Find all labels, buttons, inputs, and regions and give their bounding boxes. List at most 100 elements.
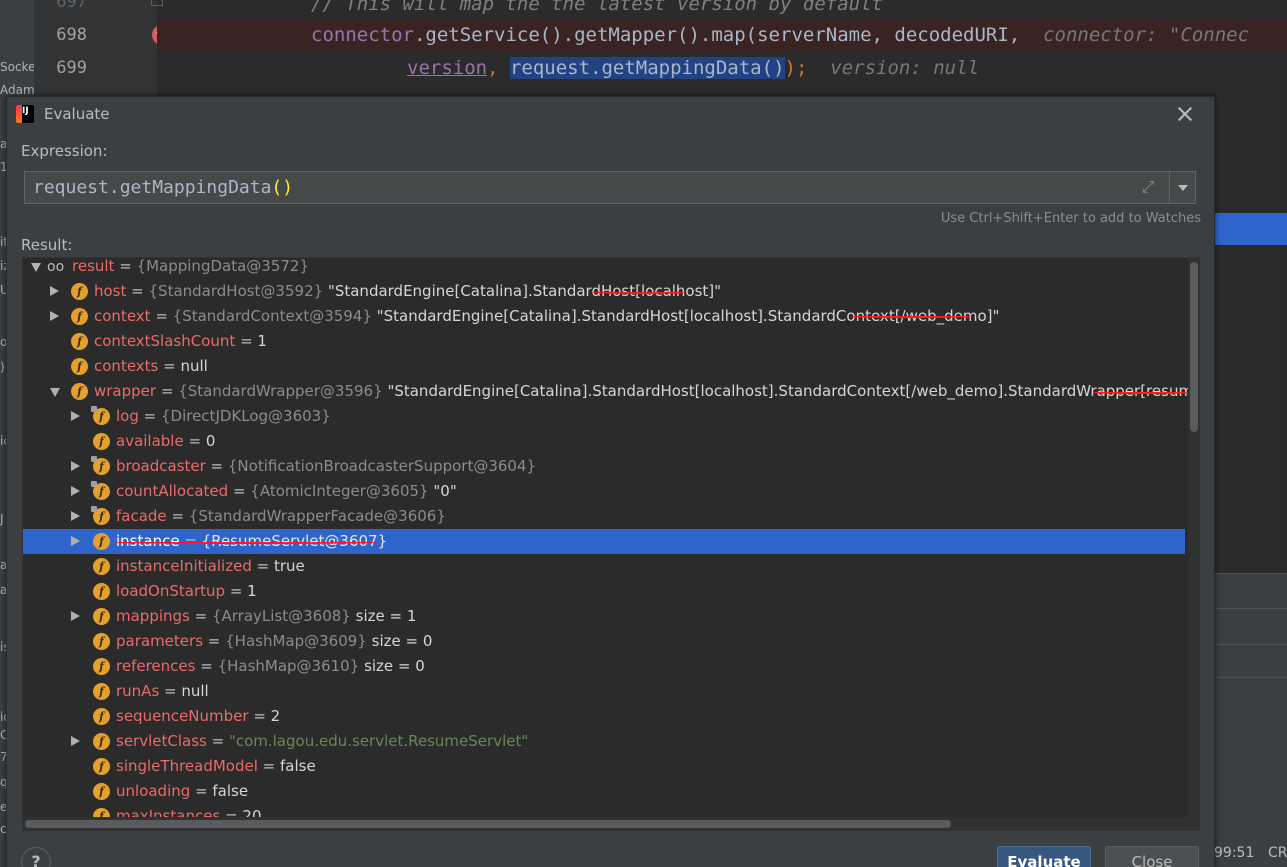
field-name: sequenceNumber <box>116 707 249 725</box>
scroll-thumb[interactable] <box>1190 262 1198 432</box>
field-name: contextSlashCount <box>94 332 236 350</box>
field-value: false <box>212 782 249 800</box>
field-type: {DirectJDKLog@3603} <box>160 407 331 425</box>
frame-selection[interactable] <box>1214 213 1287 245</box>
field-name: references <box>116 657 196 675</box>
tree-row-unloading[interactable]: f unloading = false <box>23 779 1185 804</box>
field-name: instanceInitialized <box>116 557 252 575</box>
expand-arrow-icon[interactable] <box>71 611 80 621</box>
field-type: {StandardContext@3594} <box>172 307 372 325</box>
tree-row-result[interactable]: oo result = {MappingData@3572} <box>23 258 1185 279</box>
field-value: 1 <box>257 332 267 350</box>
tree-row-instanceinitialized[interactable]: f instanceInitialized = true <box>23 554 1185 579</box>
field-icon: f <box>93 583 110 600</box>
field-icon: f <box>93 633 110 650</box>
field-value: null <box>181 682 209 700</box>
field-name: facade <box>116 507 167 525</box>
annotation-underline <box>851 315 971 318</box>
project-tree-label: Socke <box>0 60 34 74</box>
evaluate-button[interactable]: Evaluate <box>997 846 1091 867</box>
field-type: {ArrayList@3608} <box>211 607 351 625</box>
field-type: {StandardWrapperFacade@3606} <box>188 507 446 525</box>
tree-row-loadonstartup[interactable]: f loadOnStartup = 1 <box>23 579 1185 604</box>
tree-row-mappings[interactable]: f mappings = {ArrayList@3608} size = 1 <box>23 604 1185 629</box>
tree-row-parameters[interactable]: f parameters = {HashMap@3609} size = 0 <box>23 629 1185 654</box>
expand-arrow-icon[interactable] <box>71 461 80 471</box>
tree-row-log[interactable]: f log = {DirectJDKLog@3603} <box>23 404 1185 429</box>
dialog-titlebar: IJ Evaluate <box>7 97 1214 131</box>
tree-row-facade[interactable]: f facade = {StandardWrapperFacade@3606} <box>23 504 1185 529</box>
field-value: 0 <box>205 432 216 450</box>
field-value: 2 <box>270 707 281 725</box>
expand-arrow-icon[interactable] <box>50 286 59 296</box>
tree-row-countallocated[interactable]: f countAllocated = {AtomicInteger@3605} "… <box>23 479 1185 504</box>
field-icon: f <box>71 333 88 350</box>
field-icon: f <box>93 558 110 575</box>
field-icon: f <box>93 608 110 625</box>
tree-row-runas[interactable]: f runAs = null <box>23 679 1185 704</box>
expand-arrow-icon[interactable] <box>71 511 80 521</box>
tree-row-contexts[interactable]: f contexts = null <box>23 354 1185 379</box>
field-name: unloading <box>116 782 191 800</box>
watch-hint: Use Ctrl+Shift+Enter to add to Watches <box>940 211 1201 226</box>
expand-icon[interactable]: ⤢ <box>1139 178 1157 196</box>
variables-panel <box>1214 573 1287 867</box>
collapse-arrow-icon[interactable] <box>31 263 41 272</box>
field-icon: f <box>91 481 110 500</box>
vertical-scrollbar[interactable] <box>1188 258 1199 830</box>
close-icon[interactable] <box>1175 104 1195 124</box>
tree-row-available[interactable]: f available = 0 <box>23 429 1185 454</box>
expression-input[interactable]: request.getMappingData() ⤢ <box>24 171 1176 204</box>
field-value: "StandardEngine[Catalina].StandardHost[l… <box>387 382 1200 400</box>
selected-code: request.getMappingData() <box>509 57 785 79</box>
field-name: loadOnStartup <box>116 582 226 600</box>
expand-arrow-icon[interactable] <box>50 311 59 321</box>
help-button[interactable]: ? <box>21 847 51 867</box>
expand-arrow-icon[interactable] <box>71 411 80 421</box>
expression-label: Expression: <box>21 142 108 160</box>
field-value: size = 0 <box>371 632 433 650</box>
field-type: {NotificationBroadcasterSupport@3604} <box>227 457 537 475</box>
tree-row-contextslashcount[interactable]: f contextSlashCount = 1 <box>23 329 1185 354</box>
tree-row-references[interactable]: f references = {HashMap@3610} size = 0 <box>23 654 1185 679</box>
field-name: available <box>116 432 184 450</box>
project-tree-label: J <box>0 512 4 526</box>
field-name: log <box>116 407 139 425</box>
code-line-699: version, request.getMappingData()); vers… <box>407 57 980 79</box>
status-caret-position: 99:51 <box>1214 845 1255 861</box>
field-value: "com.lagou.edu.servlet.ResumeServlet" <box>228 732 529 750</box>
project-tree-label: Adam <box>0 83 34 97</box>
code-line-697: // This will map the the latest version … <box>311 0 883 15</box>
field-icon: f <box>71 308 88 325</box>
tree-row-sequencenumber[interactable]: f sequenceNumber = 2 <box>23 704 1185 729</box>
expand-arrow-icon[interactable] <box>71 486 80 496</box>
editor-gutter: 697 698 699 <box>34 0 172 96</box>
collapse-arrow-icon[interactable] <box>50 388 60 397</box>
field-value: "0" <box>433 482 457 500</box>
tree-row-wrapper[interactable]: f wrapper = {StandardWrapper@3596} "Stand… <box>23 379 1199 404</box>
line-number: 698 <box>56 25 87 45</box>
field-name: contexts <box>94 357 159 375</box>
scroll-thumb[interactable] <box>25 820 951 828</box>
field-name: wrapper <box>94 382 157 400</box>
tree-row-broadcaster[interactable]: f broadcaster = {NotificationBroadcasterS… <box>23 454 1185 479</box>
close-button[interactable]: Close <box>1105 846 1199 867</box>
tree-row-context[interactable]: f context = {StandardContext@3594} "Stand… <box>23 304 1185 329</box>
result-tree[interactable]: oo result = {MappingData@3572} f host = {St… <box>22 257 1200 831</box>
code-editor[interactable]: // This will map the the latest version … <box>157 0 1287 96</box>
field-icon: f <box>71 283 88 300</box>
expand-arrow-icon[interactable] <box>71 536 80 546</box>
field-name: parameters <box>116 632 204 650</box>
status-line-separator[interactable]: CR <box>1268 845 1287 861</box>
tree-row-servletclass[interactable]: f servletClass = "com.lagou.edu.servlet.R… <box>23 729 1185 754</box>
history-dropdown-button[interactable] <box>1169 171 1196 204</box>
field-value: null <box>180 357 208 375</box>
field-icon: f <box>93 433 110 450</box>
expand-arrow-icon[interactable] <box>71 736 80 746</box>
field-icon: f <box>93 708 110 725</box>
horizontal-scrollbar[interactable] <box>23 817 1188 830</box>
tree-row-singlethreadmodel[interactable]: f singleThreadModel = false <box>23 754 1185 779</box>
field-name: context <box>94 307 151 325</box>
field-type: {AtomicInteger@3605} <box>250 482 429 500</box>
field-name: host <box>94 282 127 300</box>
